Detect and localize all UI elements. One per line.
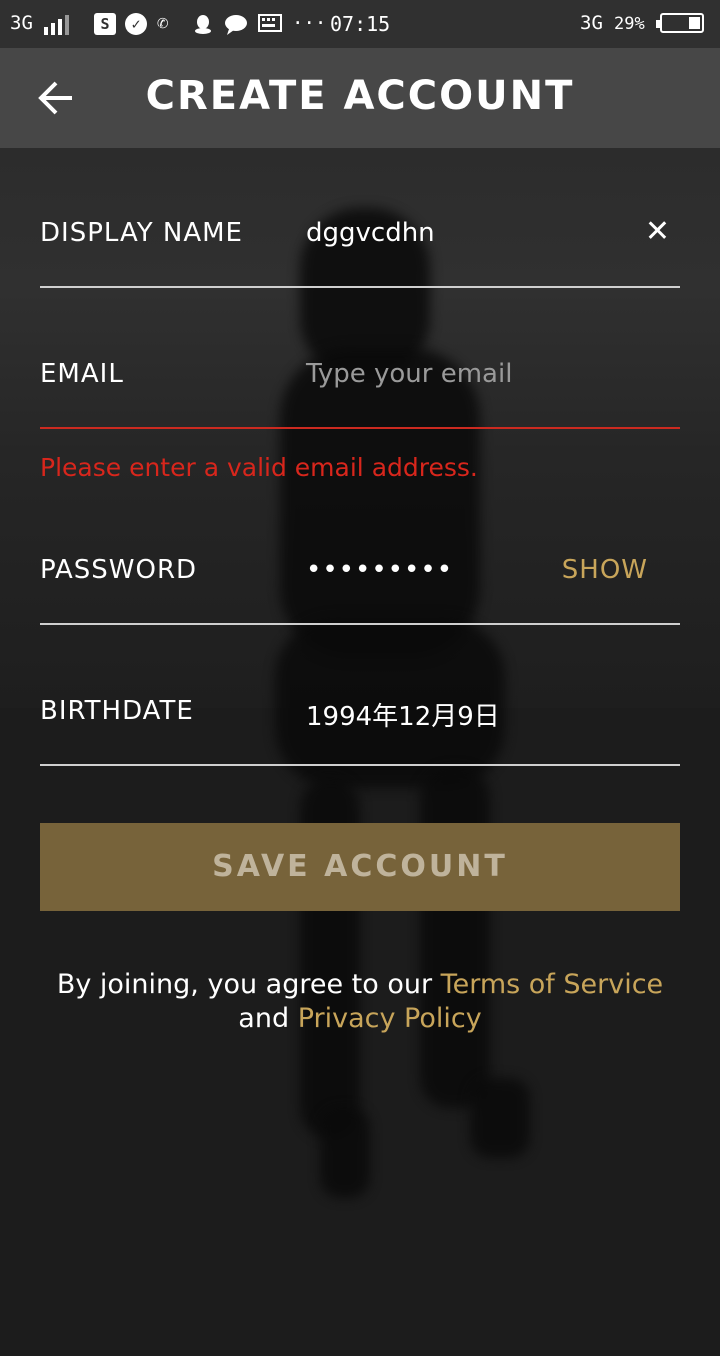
terms-and: and bbox=[238, 1003, 290, 1034]
password-field[interactable]: PASSWORD ••••••••• SHOW bbox=[40, 555, 680, 627]
birthdate-input[interactable]: 1994年12月9日 bbox=[306, 696, 500, 733]
privacy-policy-link[interactable]: Privacy Policy bbox=[298, 1003, 482, 1034]
qq-icon bbox=[192, 13, 214, 35]
birthdate-label: BIRTHDATE bbox=[40, 696, 194, 726]
keyboard-icon bbox=[258, 13, 282, 35]
password-underline bbox=[40, 623, 680, 625]
password-input[interactable]: ••••••••• bbox=[306, 555, 453, 585]
clock: 07:15 bbox=[330, 12, 391, 36]
terms-text: By joining, you agree to our Terms of Se… bbox=[0, 968, 720, 1036]
close-icon[interactable]: ✕ bbox=[645, 214, 670, 249]
display-name-input[interactable]: dggvcdhn bbox=[306, 218, 435, 248]
display-name-label: DISPLAY NAME bbox=[40, 218, 243, 248]
status-bar: 3G S ✓ ✆ ··· 07:15 3G 29% bbox=[0, 0, 720, 48]
email-error-message: Please enter a valid email address. bbox=[40, 453, 478, 482]
chat-icon bbox=[224, 13, 247, 35]
birthdate-field[interactable]: BIRTHDATE 1994年12月9日 bbox=[40, 696, 680, 768]
birthdate-underline bbox=[40, 764, 680, 766]
create-account-form: DISPLAY NAME dggvcdhn ✕ EMAIL Type your … bbox=[0, 148, 720, 1356]
email-input[interactable]: Type your email bbox=[306, 359, 512, 389]
show-password-button[interactable]: SHOW bbox=[562, 555, 648, 585]
app-bar: CREATE ACCOUNT bbox=[0, 48, 720, 148]
s-app-icon: S bbox=[94, 13, 116, 35]
battery-icon bbox=[656, 13, 704, 33]
save-account-button[interactable]: SAVE ACCOUNT bbox=[40, 823, 680, 911]
page-title: CREATE ACCOUNT bbox=[145, 73, 575, 119]
terms-prefix: By joining, you agree to our bbox=[56, 969, 433, 1000]
battery-percent: 29% bbox=[614, 14, 645, 34]
email-field[interactable]: EMAIL Type your email bbox=[40, 359, 680, 431]
check-circle-icon: ✓ bbox=[125, 13, 147, 35]
display-name-underline bbox=[40, 286, 680, 288]
terms-of-service-link[interactable]: Terms of Service bbox=[441, 969, 664, 1000]
password-label: PASSWORD bbox=[40, 555, 198, 585]
email-label: EMAIL bbox=[40, 359, 124, 389]
more-dots-icon: ··· bbox=[292, 12, 327, 34]
network-type-right: 3G bbox=[580, 12, 603, 34]
network-type-left: 3G bbox=[10, 12, 33, 34]
display-name-field[interactable]: DISPLAY NAME dggvcdhn ✕ bbox=[40, 214, 680, 290]
email-underline bbox=[40, 427, 680, 429]
phone-icon: ✆ bbox=[157, 12, 169, 34]
